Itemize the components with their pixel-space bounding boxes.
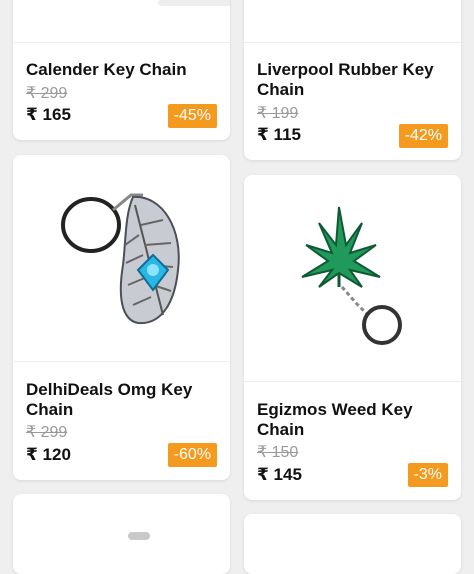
product-title: Liverpool Rubber Key Chain xyxy=(257,60,434,99)
discount-badge: -60% xyxy=(167,443,217,467)
product-image xyxy=(13,0,230,43)
product-image xyxy=(244,175,461,382)
product-image xyxy=(13,155,230,362)
product-price: ₹ 115 xyxy=(257,125,301,144)
product-price: ₹ 165 xyxy=(26,105,71,124)
product-price: ₹ 145 xyxy=(257,465,302,484)
feather-keychain-icon xyxy=(61,193,180,325)
product-card[interactable]: DelhiDeals Omg Key Chain ₹ 299 ₹ 120 -60… xyxy=(13,155,230,480)
discount-badge: -45% xyxy=(167,104,217,128)
product-mrp: ₹ 199 xyxy=(257,105,299,122)
product-image xyxy=(244,0,461,43)
discount-badge: -42% xyxy=(398,124,448,148)
cannabis-leaf-keychain-icon xyxy=(301,206,402,345)
product-title: DelhiDeals Omg Key Chain xyxy=(26,380,193,419)
product-card[interactable]: Egizmos Weed Key Chain ₹ 150 ₹ 145 -3% xyxy=(244,175,461,500)
product-title: Calender Key Chain xyxy=(26,60,187,79)
product-title: Egizmos Weed Key Chain xyxy=(257,400,413,439)
product-card[interactable] xyxy=(244,514,461,574)
product-card[interactable] xyxy=(13,494,230,574)
product-mrp: ₹ 150 xyxy=(257,444,299,461)
product-mrp: ₹ 299 xyxy=(26,85,68,102)
discount-badge: -3% xyxy=(407,463,448,487)
product-card[interactable]: Liverpool Rubber Key Chain ₹ 199 ₹ 115 -… xyxy=(244,0,461,160)
product-mrp: ₹ 299 xyxy=(26,424,68,441)
image-edge xyxy=(158,0,230,6)
product-price: ₹ 120 xyxy=(26,445,71,464)
product-card[interactable]: Calender Key Chain ₹ 299 ₹ 165 -45% xyxy=(13,0,230,140)
